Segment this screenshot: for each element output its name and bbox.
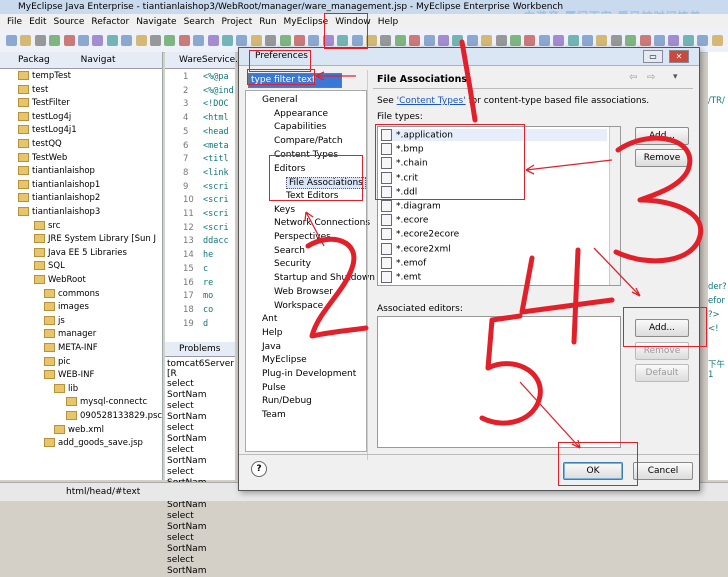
annotation-arrow-3 [525,159,613,175]
annotation-stroke-1 [459,39,478,123]
console-line: select SortNam [167,533,207,554]
annotation-stroke-4 [519,247,615,345]
annotation-stroke-3 [613,135,704,264]
console-line: select SortNam [167,511,207,532]
annotation-arrow-1 [315,71,356,81]
annotation-stroke-2 [305,236,369,339]
handwritten-annotations [304,39,704,449]
console-line: select SortNam [167,555,207,576]
annotation-stroke-5 [479,313,543,426]
